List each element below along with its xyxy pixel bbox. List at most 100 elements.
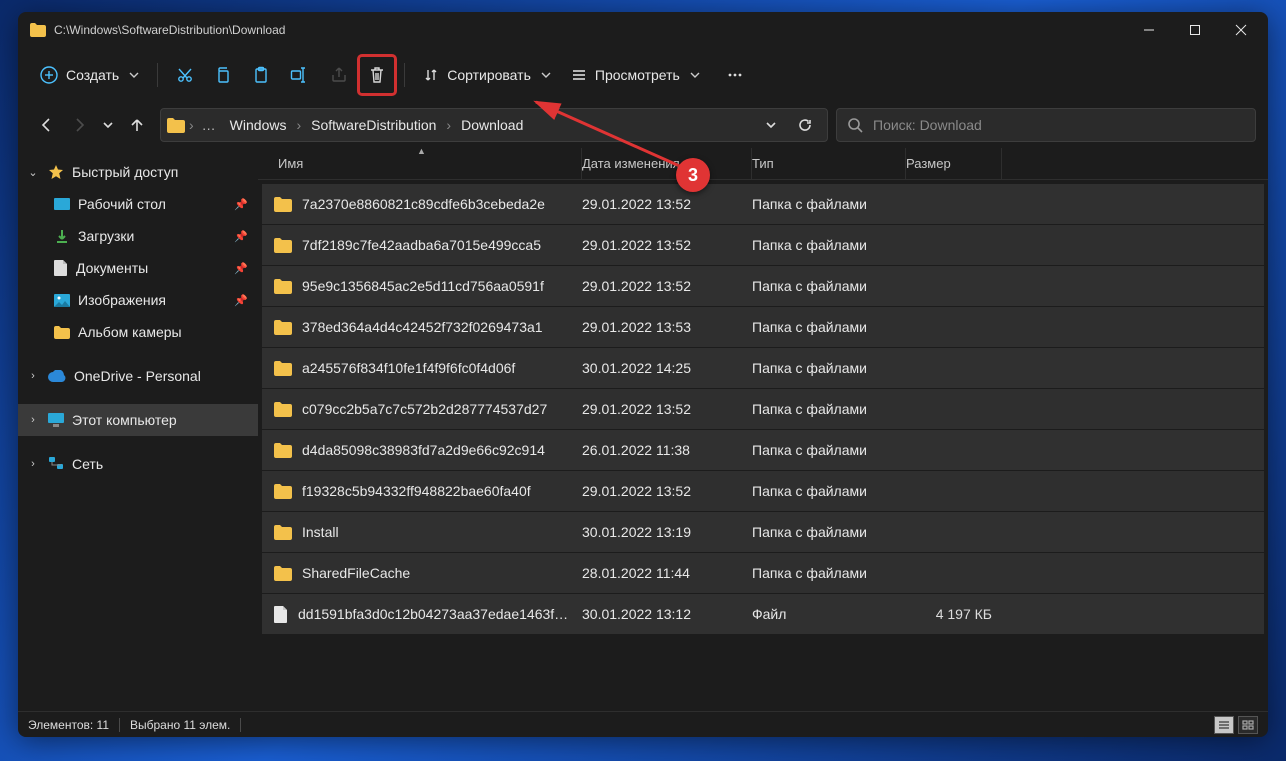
sidebar-label: Этот компьютер: [72, 412, 177, 428]
folder-icon: [274, 279, 292, 294]
back-button[interactable]: [38, 116, 56, 134]
paste-button[interactable]: [242, 55, 280, 95]
sidebar-item-downloads[interactable]: Загрузки 📌: [18, 220, 258, 252]
ellipsis-icon: [726, 66, 744, 84]
folder-icon: [54, 326, 70, 339]
file-name: Install: [302, 524, 339, 540]
sidebar-item-onedrive[interactable]: › OneDrive - Personal: [18, 360, 258, 392]
breadcrumb-windows[interactable]: Windows: [224, 113, 293, 137]
search-input[interactable]: [873, 117, 1245, 133]
maximize-button[interactable]: [1172, 15, 1218, 45]
sidebar-item-this-pc[interactable]: › Этот компьютер: [18, 404, 258, 436]
folder-icon: [274, 484, 292, 499]
thumbnails-view-button[interactable]: [1238, 716, 1258, 734]
sidebar-label: Быстрый доступ: [72, 164, 178, 180]
folder-icon: [274, 443, 292, 458]
table-row[interactable]: 7a2370e8860821c89cdfe6b3cebeda2e 29.01.20…: [262, 184, 1264, 225]
search-box[interactable]: [836, 108, 1256, 142]
table-row[interactable]: c079cc2b5a7c7c572b2d287774537d2729.01.20…: [262, 389, 1264, 430]
sidebar-label: Загрузки: [78, 228, 134, 244]
col-name[interactable]: ▲ Имя: [262, 148, 582, 179]
new-button[interactable]: Создать: [30, 55, 149, 95]
table-row[interactable]: a245576f834f10fe1f4f9f6fc0f4d06f30.01.20…: [262, 348, 1264, 389]
overflow-icon[interactable]: …: [198, 117, 220, 133]
sidebar-item-quick-access[interactable]: ⌄ Быстрый доступ: [18, 156, 258, 188]
breadcrumb-softwaredistribution[interactable]: SoftwareDistribution: [305, 113, 442, 137]
refresh-button[interactable]: [789, 117, 821, 133]
address-bar[interactable]: › … Windows › SoftwareDistribution › Dow…: [160, 108, 828, 142]
rename-button[interactable]: [280, 55, 320, 95]
col-date[interactable]: Дата изменения: [582, 148, 752, 179]
search-icon: [847, 117, 863, 133]
chevron-down-icon: [541, 70, 551, 80]
explorer-window: C:\Windows\SoftwareDistribution\Download…: [18, 12, 1268, 737]
sidebar-item-network[interactable]: › Сеть: [18, 448, 258, 480]
sidebar-item-pictures[interactable]: Изображения 📌: [18, 284, 258, 316]
close-button[interactable]: [1218, 15, 1264, 45]
file-name: 7df2189c7fe42aadba6a7015e499cca5: [302, 237, 541, 253]
file-name: SharedFileCache: [302, 565, 410, 581]
separator: [240, 718, 241, 732]
clipboard-icon: [252, 66, 270, 84]
navigation-row: › … Windows › SoftwareDistribution › Dow…: [18, 102, 1268, 148]
copy-button[interactable]: [204, 55, 242, 95]
more-button[interactable]: [716, 55, 754, 95]
file-date: 29.01.2022 13:52: [582, 196, 752, 212]
rename-icon: [290, 66, 310, 84]
star-icon: [48, 164, 64, 180]
table-row[interactable]: 378ed364a4d4c42452f732f0269473a129.01.20…: [262, 307, 1264, 348]
share-icon: [330, 66, 348, 84]
delete-button[interactable]: [358, 55, 396, 95]
folder-icon: [274, 238, 292, 253]
file-type: Папка с файлами: [752, 442, 906, 458]
folder-icon: [167, 118, 185, 133]
file-size: 4 197 КБ: [906, 606, 1002, 622]
file-type: Папка с файлами: [752, 401, 906, 417]
file-name: d4da85098c38983fd7a2d9e66c92c914: [302, 442, 545, 458]
sort-button[interactable]: Сортировать: [413, 55, 561, 95]
file-name: 7a2370e8860821c89cdfe6b3cebeda2e: [302, 196, 545, 212]
cut-button[interactable]: [166, 55, 204, 95]
file-date: 28.01.2022 11:44: [582, 565, 752, 581]
file-date: 30.01.2022 14:25: [582, 360, 752, 376]
table-row[interactable]: 95e9c1356845ac2e5d11cd756aa0591f29.01.20…: [262, 266, 1264, 307]
nav-arrows: [30, 116, 152, 134]
file-name: f19328c5b94332ff948822bae60fa40f: [302, 483, 531, 499]
details-view-button[interactable]: [1214, 716, 1234, 734]
pin-icon: 📌: [234, 294, 248, 307]
table-row[interactable]: 7df2189c7fe42aadba6a7015e499cca529.01.20…: [262, 225, 1264, 266]
file-date: 29.01.2022 13:53: [582, 319, 752, 335]
share-button[interactable]: [320, 55, 358, 95]
breadcrumb-download[interactable]: Download: [455, 113, 529, 137]
file-type: Папка с файлами: [752, 319, 906, 335]
sidebar-item-documents[interactable]: Документы 📌: [18, 252, 258, 284]
chevron-down-icon: ⌄: [26, 166, 40, 179]
file-type: Папка с файлами: [752, 278, 906, 294]
copy-icon: [214, 66, 232, 84]
col-size[interactable]: Размер: [906, 148, 1002, 179]
up-button[interactable]: [128, 116, 146, 134]
table-row[interactable]: Install30.01.2022 13:19Папка с файлами: [262, 512, 1264, 553]
sidebar-label: Изображения: [78, 292, 166, 308]
sort-asc-icon: ▲: [417, 148, 426, 156]
forward-button[interactable]: [70, 116, 88, 134]
sidebar-item-desktop[interactable]: Рабочий стол 📌: [18, 188, 258, 220]
table-row[interactable]: SharedFileCache28.01.2022 11:44Папка с ф…: [262, 553, 1264, 594]
col-type[interactable]: Тип: [752, 148, 906, 179]
window-title: C:\Windows\SoftwareDistribution\Download: [54, 23, 1126, 37]
pin-icon: 📌: [234, 262, 248, 275]
chevron-right-icon: ›: [26, 458, 40, 470]
recent-button[interactable]: [102, 119, 114, 131]
sidebar-label: Сеть: [72, 456, 103, 472]
table-row[interactable]: f19328c5b94332ff948822bae60fa40f29.01.20…: [262, 471, 1264, 512]
file-name: c079cc2b5a7c7c572b2d287774537d27: [302, 401, 547, 417]
table-row[interactable]: d4da85098c38983fd7a2d9e66c92c91426.01.20…: [262, 430, 1264, 471]
view-button[interactable]: Просмотреть: [561, 55, 710, 95]
table-row[interactable]: dd1591bfa3d0c12b04273aa37edae1463f…30.01…: [262, 594, 1264, 635]
sidebar-label: Документы: [76, 260, 148, 276]
sort-icon: [423, 67, 439, 83]
sidebar-item-camera[interactable]: Альбом камеры: [18, 316, 258, 348]
minimize-button[interactable]: [1126, 15, 1172, 45]
plus-circle-icon: [40, 66, 58, 84]
address-dropdown[interactable]: [757, 119, 785, 131]
